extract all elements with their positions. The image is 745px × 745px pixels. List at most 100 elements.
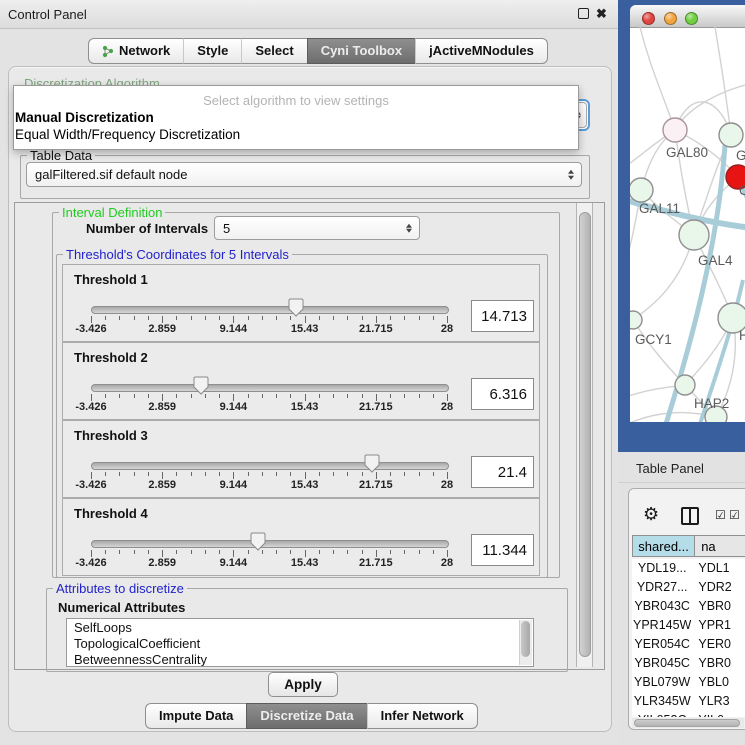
network-node[interactable] — [663, 118, 687, 142]
apply-button[interactable]: Apply — [268, 672, 338, 697]
checkbox-icon[interactable]: ☑ — [729, 508, 740, 522]
tick-mark — [248, 550, 249, 554]
tab-network[interactable]: Network — [88, 38, 183, 64]
tick-label: 9.144 — [203, 557, 263, 569]
network-edge[interactable] — [633, 320, 685, 385]
slider-track[interactable] — [91, 306, 449, 314]
table-row[interactable]: YIL052CYIL0 — [632, 711, 745, 717]
column-header-name[interactable]: na — [695, 535, 745, 557]
cell-shared-name: YPR145W — [632, 616, 692, 635]
tab-infer-network[interactable]: Infer Network — [367, 703, 478, 729]
tick-label: 28 — [417, 479, 477, 491]
network-canvas[interactable]: GAL80GAGAL11CGAL4GCY1HHAP2 — [630, 27, 745, 422]
close-traffic-light[interactable] — [642, 12, 655, 25]
column-header-shared[interactable]: shared... — [632, 535, 695, 557]
scrollbar-thumb[interactable] — [579, 212, 591, 657]
threshold-value-field[interactable]: 21.4 — [471, 456, 534, 488]
tab-discretize-data[interactable]: Discretize Data — [246, 703, 366, 729]
split-columns-icon[interactable] — [681, 507, 699, 525]
tab-style[interactable]: Style — [183, 38, 241, 64]
list-item[interactable]: SelfLoops — [67, 619, 533, 635]
network-edge[interactable] — [715, 27, 731, 135]
checkbox-icon[interactable]: ☑ — [715, 508, 726, 522]
tab-jactivemnodules[interactable]: jActiveMNodules — [415, 38, 548, 64]
slider-thumb[interactable] — [364, 454, 380, 473]
table-row[interactable]: YBL079WYBL0 — [632, 673, 745, 692]
tick-mark — [233, 472, 234, 479]
tick-mark — [362, 472, 363, 476]
tick-mark — [105, 316, 106, 320]
network-window-titlebar[interactable] — [630, 5, 745, 28]
tick-mark — [134, 550, 135, 554]
network-icon — [102, 44, 114, 58]
list-scrollbar-thumb[interactable] — [521, 621, 530, 657]
horizontal-scrollbar[interactable] — [632, 718, 744, 728]
float-window-icon[interactable] — [578, 8, 589, 19]
tick-mark — [290, 550, 291, 554]
table-row[interactable]: YLR345WYLR3 — [632, 692, 745, 711]
slider-thumb[interactable] — [193, 376, 209, 395]
gear-icon[interactable]: ⚙ — [643, 504, 659, 525]
tick-mark — [305, 550, 306, 557]
tick-mark — [191, 394, 192, 398]
tick-label: -3.426 — [61, 401, 121, 413]
vertical-scrollbar[interactable] — [576, 203, 593, 667]
table-data-combo-value: galFiltered.sif default node — [35, 167, 187, 182]
threshold-label: Threshold 2 — [74, 350, 148, 365]
tick-mark — [376, 472, 377, 479]
tick-label: 9.144 — [203, 401, 263, 413]
tick-mark — [205, 316, 206, 320]
tick-mark — [219, 316, 220, 320]
table-header: shared... na — [632, 535, 745, 559]
list-scrollbar[interactable] — [519, 620, 532, 665]
list-item[interactable]: TopologicalCoefficient — [67, 635, 533, 651]
table-row[interactable]: YDL19...YDL1 — [632, 559, 745, 578]
tab-cyni-toolbox[interactable]: Cyni Toolbox — [307, 38, 415, 64]
menu-item-manual-discretization[interactable]: Manual Discretization — [15, 110, 573, 125]
tick-mark — [219, 550, 220, 554]
menu-item-equal-width-frequency[interactable]: Equal Width/Frequency Discretization — [15, 127, 573, 142]
close-icon[interactable]: ✖ — [596, 8, 608, 20]
table-row[interactable]: YDR27...YDR2 — [632, 578, 745, 597]
tab-select[interactable]: Select — [241, 38, 306, 64]
network-edge[interactable] — [640, 27, 675, 130]
hscrollbar-thumb[interactable] — [634, 719, 740, 727]
threshold-value-field[interactable]: 6.316 — [471, 378, 534, 410]
slider-track[interactable] — [91, 462, 449, 470]
threshold-value-field[interactable]: 11.344 — [471, 534, 534, 566]
cell-name: YBR0 — [692, 654, 745, 673]
tick-mark — [390, 550, 391, 554]
slider-thumb[interactable] — [250, 532, 266, 551]
tick-mark — [276, 316, 277, 320]
tick-label: 9.144 — [203, 323, 263, 335]
table-row[interactable]: YBR043CYBR0 — [632, 597, 745, 616]
slider-track[interactable] — [91, 540, 449, 548]
tick-mark — [419, 472, 420, 476]
node-label: GAL11 — [639, 201, 680, 216]
numerical-attributes-list[interactable]: SelfLoopsTopologicalCoefficientBetweenne… — [66, 618, 534, 667]
network-node[interactable] — [630, 178, 653, 202]
slider-track[interactable] — [91, 384, 449, 392]
network-node[interactable] — [719, 123, 743, 147]
cell-shared-name: YBL079W — [632, 673, 692, 692]
tick-label: 2.859 — [132, 557, 192, 569]
tab-impute-data[interactable]: Impute Data — [145, 703, 246, 729]
number-of-intervals-combobox[interactable]: 5 — [214, 216, 420, 240]
network-node[interactable] — [630, 311, 642, 329]
tick-mark — [148, 472, 149, 476]
minimize-traffic-light[interactable] — [664, 12, 677, 25]
tick-mark — [233, 550, 234, 557]
cell-shared-name: YLR345W — [632, 692, 692, 711]
table-row[interactable]: YER054CYER0 — [632, 635, 745, 654]
network-node[interactable] — [675, 375, 695, 395]
tick-mark — [333, 316, 334, 320]
threshold-value-field[interactable]: 14.713 — [471, 300, 534, 332]
tick-mark — [305, 394, 306, 401]
slider-thumb[interactable] — [288, 298, 304, 317]
network-node[interactable] — [679, 220, 709, 250]
table-row[interactable]: YPR145WYPR1 — [632, 616, 745, 635]
zoom-traffic-light[interactable] — [685, 12, 698, 25]
table-data-combobox[interactable]: galFiltered.sif default node — [26, 162, 582, 187]
table-row[interactable]: YBR045CYBR0 — [632, 654, 745, 673]
list-item[interactable]: BetweennessCentrality — [67, 651, 533, 667]
